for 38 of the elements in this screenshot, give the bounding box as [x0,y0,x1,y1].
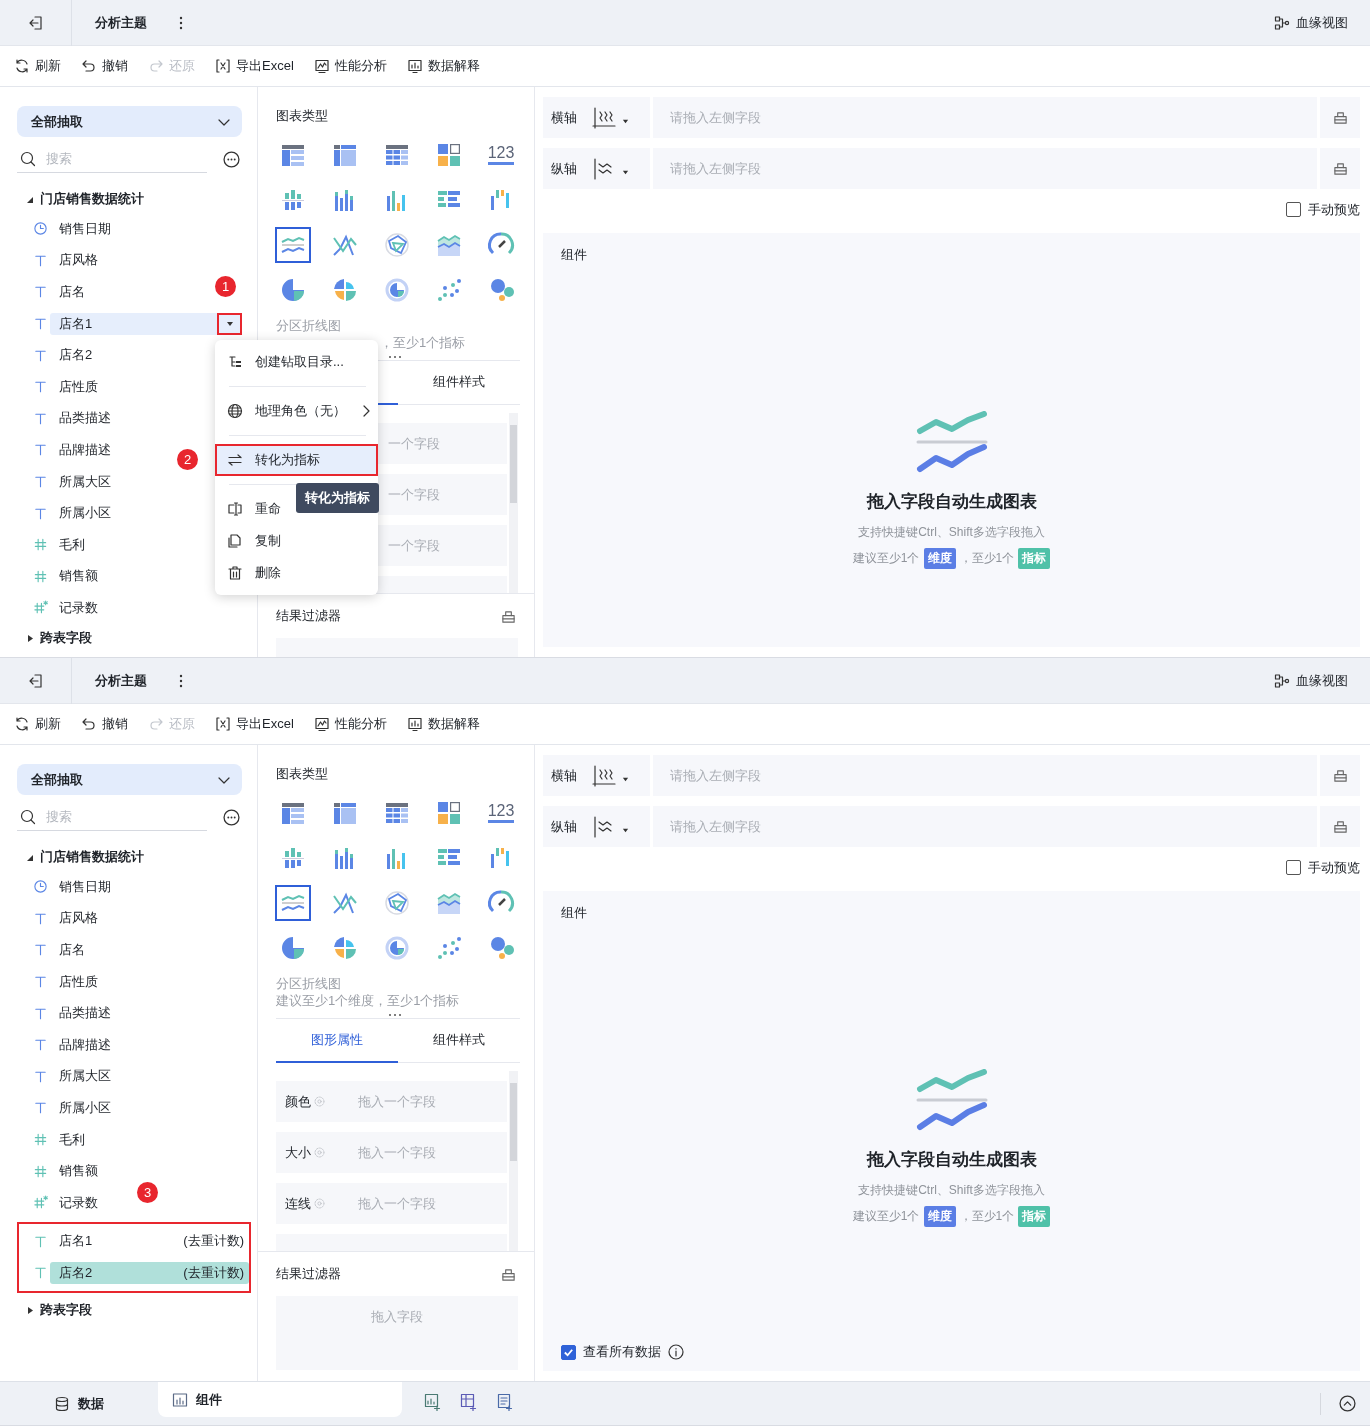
checkbox-label: 手动预览 [1308,200,1360,219]
field-tag: 维度 [923,548,956,569]
hint-text: 建议至少1个 [852,550,920,567]
tooltip: 转化为指标 [296,483,379,514]
slot-label: 颜色 [285,1092,311,1111]
empty-title: 拖入字段自动生成图表 [866,1149,1037,1171]
slot-label: 连线 [285,1194,311,1213]
hint-text: 建议至少1个 [852,1208,920,1225]
axis-label: 横轴 [551,766,577,785]
field-tag: 指标 [1018,548,1051,569]
step-badge: 2 [177,449,198,471]
page-title: 分析主题 [95,13,147,32]
slot-label: 大小 [285,1143,311,1162]
empty-description: 支持快捷键Ctrl、Shift多选字段拖入 [858,1182,1045,1198]
section-title: 组件 [561,247,587,262]
chart-name: 分区折线图 [276,317,342,334]
checkbox-label: 手动预览 [1308,858,1360,877]
section-title: 组件 [561,905,587,920]
section-title: 结果过滤器 [276,1265,341,1283]
chart-hint: 建议至少1个维度，至少1个指标 [276,993,460,1008]
chart-name: 分区折线图 [276,975,342,992]
hint-text: ，至少1个 [959,550,1015,567]
section-title: 图表类型 [276,765,329,783]
empty-title: 拖入字段自动生成图表 [866,491,1037,513]
step-badge: 3 [137,1181,158,1203]
page-title: 分析主题 [95,671,147,690]
field-tag: 维度 [923,1206,956,1227]
chart-hint: ，至少1个指标 [380,335,466,350]
empty-description: 支持快捷键Ctrl、Shift多选字段拖入 [858,524,1045,540]
axis-label: 纵轴 [551,817,577,836]
axis-label: 横轴 [551,108,577,127]
field-tag: 指标 [1018,1206,1051,1227]
step-badge: 1 [215,276,236,298]
section-title: 图表类型 [276,107,329,125]
axis-label: 纵轴 [551,159,577,178]
hint-text: ，至少1个 [959,1208,1015,1225]
section-title: 结果过滤器 [276,607,341,625]
checkbox-label: 查看所有数据 [583,1343,661,1361]
